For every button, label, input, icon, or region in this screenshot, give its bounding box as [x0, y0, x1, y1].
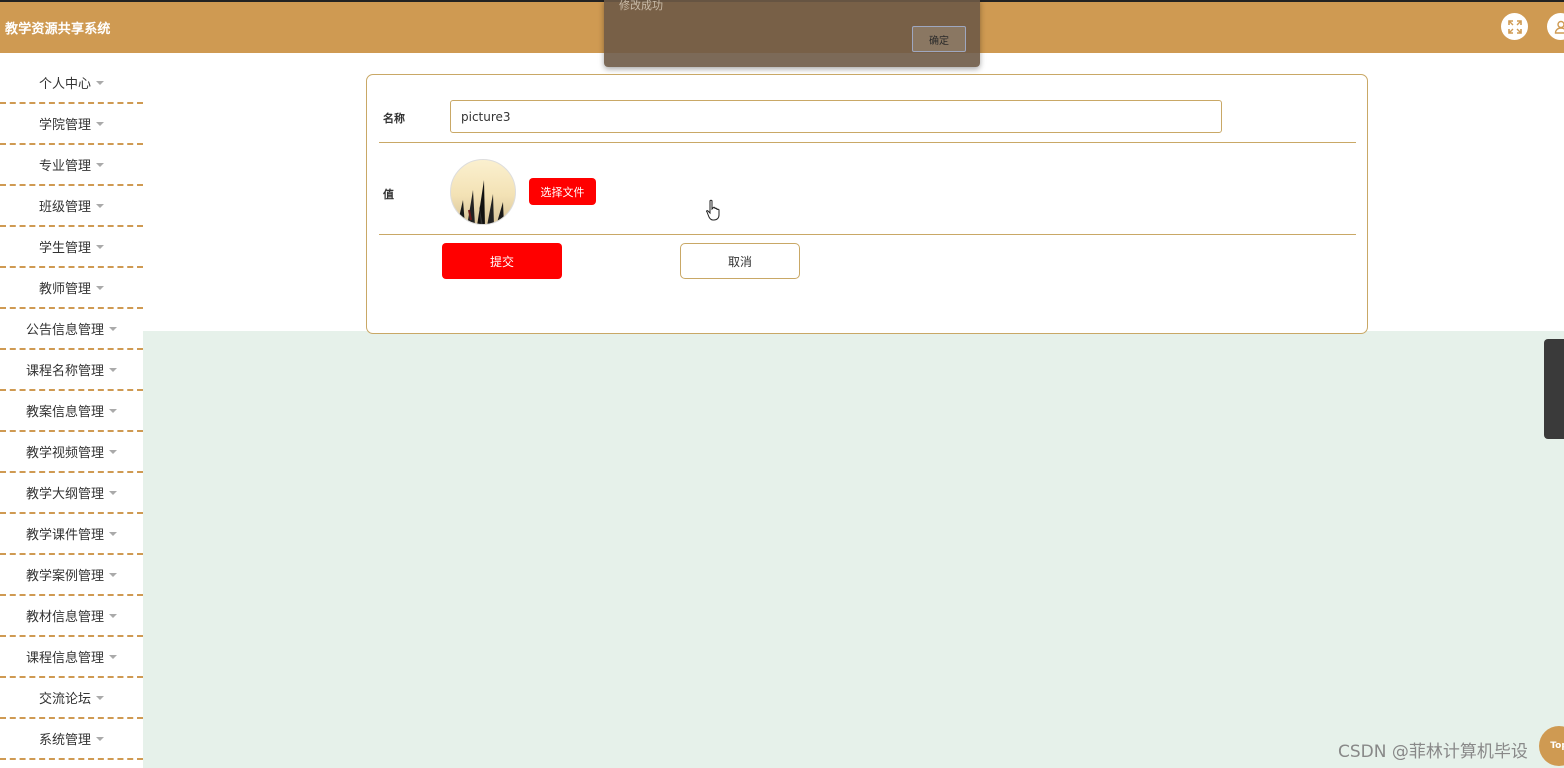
sidebar-item-class[interactable]: 班级管理 — [0, 186, 143, 227]
sidebar-item-label: 教师管理 — [38, 282, 91, 297]
sidebar-item-label: 教学课件管理 — [25, 528, 104, 543]
caret-down-icon — [96, 203, 104, 208]
sidebar-item-label: 教学案例管理 — [25, 569, 104, 584]
sidebar-item-course-name[interactable]: 课程名称管理 — [0, 350, 143, 391]
caret-down-icon — [96, 80, 104, 85]
sidebar-item-label: 教学大纲管理 — [25, 487, 104, 502]
caret-down-icon — [96, 121, 104, 126]
caret-down-icon — [109, 449, 117, 454]
caret-down-icon — [96, 695, 104, 700]
caret-down-icon — [96, 285, 104, 290]
sidebar-item-label: 交流论坛 — [38, 692, 91, 707]
sidebar-item-forum[interactable]: 交流论坛 — [0, 678, 143, 719]
sidebar-item-label: 教学视频管理 — [25, 446, 104, 461]
caret-down-icon — [109, 490, 117, 495]
sidebar-item-label: 个人中心 — [38, 77, 91, 92]
caret-down-icon — [96, 244, 104, 249]
image-preview — [450, 159, 516, 225]
success-toast: 修改成功 确定 — [604, 0, 980, 67]
sidebar-item-label: 课程信息管理 — [25, 651, 104, 666]
caret-down-icon — [109, 654, 117, 659]
sidebar-item-case[interactable]: 教学案例管理 — [0, 555, 143, 596]
sidebar-item-label: 系统管理 — [38, 733, 91, 748]
sidebar-item-announcement[interactable]: 公告信息管理 — [0, 309, 143, 350]
caret-down-icon — [109, 531, 117, 536]
caret-down-icon — [109, 367, 117, 372]
user-icon[interactable] — [1547, 13, 1564, 40]
sidebar-item-label: 专业管理 — [38, 159, 91, 174]
fullscreen-icon[interactable] — [1501, 13, 1528, 40]
choose-file-button[interactable]: 选择文件 — [529, 178, 596, 205]
value-label: 值 — [383, 188, 394, 201]
submit-button[interactable]: 提交 — [442, 243, 562, 279]
sidebar-item-syllabus[interactable]: 教学大纲管理 — [0, 473, 143, 514]
caret-down-icon — [96, 162, 104, 167]
sidebar-item-college[interactable]: 学院管理 — [0, 104, 143, 145]
sidebar-item-label: 学生管理 — [38, 241, 91, 256]
sidebar-item-courseware[interactable]: 教学课件管理 — [0, 514, 143, 555]
cancel-button[interactable]: 取消 — [680, 243, 800, 279]
sidebar-item-course-info[interactable]: 课程信息管理 — [0, 637, 143, 678]
edit-form: 名称 值 选择文件 提交 取消 — [366, 74, 1368, 334]
caret-down-icon — [109, 408, 117, 413]
app-title: 教学资源共享系统 — [5, 22, 111, 37]
sidebar-item-system[interactable]: 系统管理 — [0, 719, 143, 760]
sidebar-item-label: 教材信息管理 — [25, 610, 104, 625]
sidebar-item-label: 公告信息管理 — [25, 323, 104, 338]
name-input[interactable] — [450, 100, 1222, 133]
sidebar-item-label: 课程名称管理 — [25, 364, 104, 379]
toast-confirm-button[interactable]: 确定 — [912, 26, 966, 52]
watermark: CSDN @菲林计算机毕设 — [1338, 742, 1528, 762]
content-background — [143, 331, 1564, 768]
sidebar-item-major[interactable]: 专业管理 — [0, 145, 143, 186]
sidebar-item-label: 班级管理 — [38, 200, 91, 215]
sidebar: 个人中心 学院管理 专业管理 班级管理 学生管理 教师管理 公告信息管理 课程名… — [0, 63, 143, 760]
divider — [379, 234, 1356, 235]
caret-down-icon — [96, 736, 104, 741]
sidebar-item-profile[interactable]: 个人中心 — [0, 63, 143, 104]
side-panel-handle[interactable] — [1544, 339, 1564, 439]
name-label: 名称 — [383, 112, 405, 125]
sidebar-item-teacher[interactable]: 教师管理 — [0, 268, 143, 309]
hand-cursor-icon — [706, 199, 720, 221]
toast-message: 修改成功 — [619, 0, 663, 12]
sidebar-item-video[interactable]: 教学视频管理 — [0, 432, 143, 473]
sidebar-item-lesson-plan[interactable]: 教案信息管理 — [0, 391, 143, 432]
sidebar-item-label: 教案信息管理 — [25, 405, 104, 420]
sidebar-item-student[interactable]: 学生管理 — [0, 227, 143, 268]
sidebar-item-label: 学院管理 — [38, 118, 91, 133]
caret-down-icon — [109, 613, 117, 618]
sidebar-item-textbook[interactable]: 教材信息管理 — [0, 596, 143, 637]
caret-down-icon — [109, 572, 117, 577]
caret-down-icon — [109, 326, 117, 331]
divider — [379, 142, 1356, 143]
